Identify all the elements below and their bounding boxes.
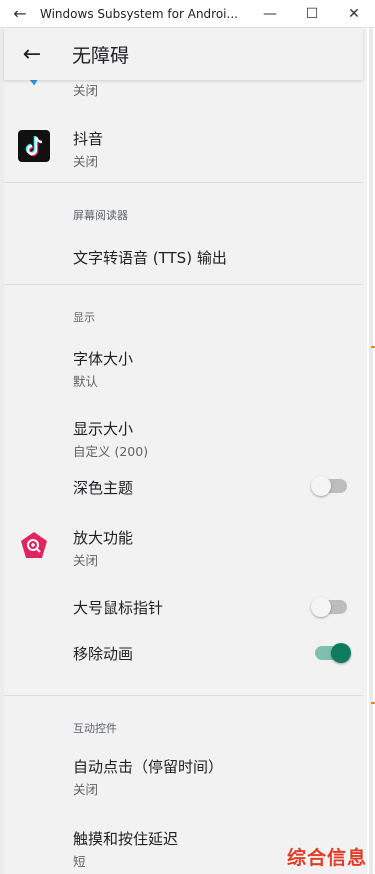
window-title-bar: ← Windows Subsystem for Androi... — ☐ ✕ (0, 0, 375, 28)
magnification-title: 放大功能 (73, 529, 134, 547)
section-header-display: 显示 (73, 311, 95, 324)
list-item-font-size[interactable]: 字体大小 默认 (4, 329, 363, 399)
list-item-large-pointer[interactable]: 大号鼠标指针 (4, 595, 363, 641)
list-item-douyin[interactable]: 抖音 关闭 (4, 100, 363, 182)
autoclick-subtitle: 关闭 (73, 782, 99, 797)
dark-theme-title: 深色主题 (73, 479, 134, 497)
list-item-display-size[interactable]: 显示大小 自定义 (200) (4, 399, 363, 469)
list-item-autoclick[interactable]: 自动点击（停留时间） 关闭 (4, 740, 363, 810)
touch-hold-subtitle: 短 (73, 854, 86, 869)
display-size-subtitle: 自定义 (200) (73, 444, 149, 459)
list-item-magnification[interactable]: 放大功能 关闭 (4, 523, 363, 595)
list-item-partial-app[interactable]: 关闭 (4, 80, 363, 100)
back-arrow-icon[interactable]: ← (4, 42, 60, 67)
douyin-title: 抖音 (73, 130, 104, 148)
magnification-subtitle: 关闭 (73, 553, 99, 568)
close-icon[interactable]: ✕ (333, 6, 375, 22)
font-size-title: 字体大小 (73, 350, 134, 368)
window-right-edge (367, 0, 375, 874)
list-item-dark-theme[interactable]: 深色主题 (4, 469, 363, 523)
page-title: 无障碍 (72, 44, 130, 67)
font-size-subtitle: 默认 (73, 374, 99, 389)
display-size-title: 显示大小 (73, 420, 134, 438)
magnification-icon (18, 530, 50, 562)
section-header-interaction: 互动控件 (73, 722, 117, 735)
partial-app-subtitle: 关闭 (73, 83, 99, 98)
app-bar: ← 无障碍 (4, 28, 363, 80)
douyin-subtitle: 关闭 (73, 154, 99, 169)
section-header-screen-reader: 屏幕阅读器 (73, 209, 128, 222)
douyin-icon (18, 130, 50, 162)
watermark: 综合信息 (286, 847, 367, 869)
large-pointer-toggle[interactable] (311, 597, 347, 617)
settings-list: 关闭 抖音 关闭 屏幕阅读器 文字转语音 (TTS) 输出 显示 字体大小 默认… (4, 80, 363, 874)
list-item-tts[interactable]: 文字转语音 (TTS) 输出 (4, 227, 363, 284)
minimize-icon[interactable]: — (249, 6, 291, 22)
maximize-icon[interactable]: ☐ (291, 6, 333, 22)
list-item-remove-animations[interactable]: 移除动画 (4, 641, 363, 695)
app-icon-partial (22, 80, 46, 86)
dark-theme-toggle[interactable] (311, 476, 347, 496)
remove-animations-toggle[interactable] (315, 643, 351, 663)
window-back-icon[interactable]: ← (0, 4, 40, 23)
remove-animations-title: 移除动画 (73, 645, 134, 663)
touch-hold-title: 触摸和按住延迟 (73, 830, 179, 848)
autoclick-title: 自动点击（停留时间） (73, 758, 224, 776)
large-pointer-title: 大号鼠标指针 (73, 599, 164, 617)
window-title: Windows Subsystem for Androi... (40, 6, 238, 21)
tts-title: 文字转语音 (TTS) 输出 (73, 249, 227, 267)
